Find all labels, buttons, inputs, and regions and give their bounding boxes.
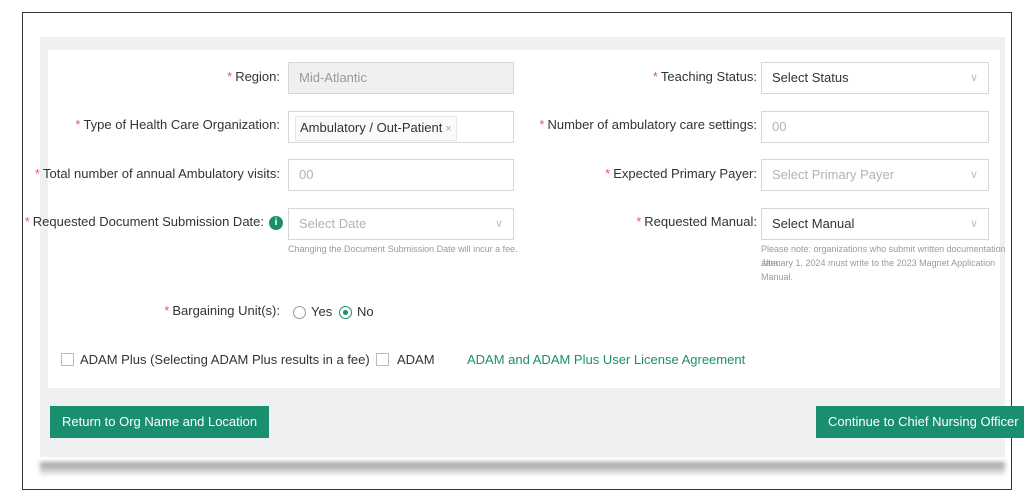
- license-agreement-link[interactable]: ADAM and ADAM Plus User License Agreemen…: [467, 352, 745, 368]
- bargaining-yes-label: Yes: [311, 304, 333, 319]
- bargaining-no-label: No: [357, 304, 374, 319]
- adam-plus-label: ADAM Plus (Selecting ADAM Plus results i…: [80, 352, 370, 367]
- annual-visits-label: * Total number of annual Ambulatory visit…: [34, 166, 280, 181]
- bargaining-no-radio[interactable]: [339, 306, 352, 319]
- teaching-status-label: * Teaching Status:: [652, 69, 757, 84]
- submission-date-hint: Changing the Document Submission Date wi…: [288, 244, 518, 254]
- manual-note-line-2: January 1, 2024 must write to the 2023 M…: [761, 258, 996, 268]
- teaching-status-select[interactable]: Select Status ∨: [761, 62, 989, 94]
- chevron-down-icon: ∨: [969, 72, 978, 84]
- bargaining-yes-radio[interactable]: [293, 306, 306, 319]
- adam-label: ADAM: [397, 352, 435, 367]
- manual-select[interactable]: Select Manual ∨: [761, 208, 989, 240]
- adam-plus-checkbox[interactable]: [61, 353, 74, 366]
- bottom-shadow: [40, 462, 1005, 476]
- adam-checkbox[interactable]: [376, 353, 389, 366]
- return-to-org-button[interactable]: Return to Org Name and Location: [50, 406, 270, 438]
- submission-date-picker[interactable]: Select Date ∨: [288, 208, 514, 240]
- region-label: * Region:: [227, 69, 280, 84]
- bargaining-label: * Bargaining Unit(s):: [164, 303, 280, 318]
- chevron-down-icon: ∨: [494, 218, 503, 230]
- org-type-select[interactable]: Ambulatory / Out-Patient ×: [288, 111, 514, 143]
- ambulatory-settings-label: * Number of ambulatory care settings:: [539, 117, 757, 132]
- chevron-down-icon: ∨: [969, 218, 978, 230]
- org-type-label: * Type of Health Care Organization:: [75, 117, 280, 132]
- region-field: Mid-Atlantic: [288, 62, 514, 94]
- org-type-tag: Ambulatory / Out-Patient ×: [295, 116, 457, 141]
- manual-note-line-3: Manual.: [761, 272, 794, 282]
- ambulatory-settings-input[interactable]: 00: [761, 111, 989, 143]
- primary-payer-label: * Expected Primary Payer:: [605, 166, 757, 181]
- chevron-down-icon: ∨: [969, 169, 978, 181]
- manual-label: * Requested Manual:: [636, 214, 757, 229]
- annual-visits-input[interactable]: 00: [288, 159, 514, 191]
- close-icon[interactable]: ×: [445, 123, 451, 135]
- submission-date-label: * Requested Document Submission Date:: [24, 214, 264, 229]
- continue-to-cno-button[interactable]: Continue to Chief Nursing Officer: [816, 406, 1024, 438]
- info-icon[interactable]: i: [269, 216, 283, 230]
- primary-payer-select[interactable]: Select Primary Payer ∨: [761, 159, 989, 191]
